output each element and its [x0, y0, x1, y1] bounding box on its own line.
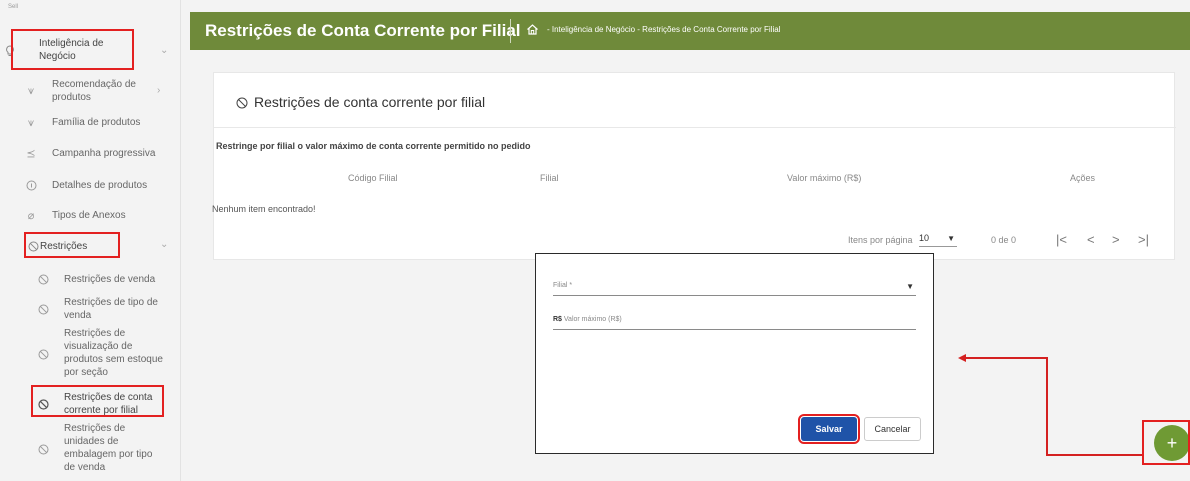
currency-prefix: R$	[553, 316, 562, 323]
next-page-icon[interactable]: >	[1112, 232, 1120, 247]
sidebar-item-label: Família de produtos	[52, 117, 141, 128]
sidebar-item-anexos[interactable]: ⌀ Tipos de Anexos	[0, 209, 181, 223]
add-restriction-dialog: Filial * ▼ R$ Valor máximo (R$) Salvar C…	[535, 253, 934, 454]
sidebar-item-label: Detalhes de produtos	[52, 180, 148, 191]
sidebar-item-detalhes[interactable]: Detalhes de produtos	[0, 179, 181, 193]
cart-icon: ⩛	[27, 117, 35, 129]
annotation-arrowhead	[958, 354, 966, 362]
card-subtitle: Restringe por filial o valor máximo de c…	[216, 141, 531, 151]
sidebar-item-label: Restrições de venda	[64, 274, 156, 285]
block-icon	[37, 349, 49, 361]
page-title: Restrições de Conta Corrente por Filial	[205, 21, 521, 40]
block-icon	[37, 274, 49, 286]
save-button[interactable]: Salvar	[798, 414, 860, 444]
pager-count: 0 de 0	[991, 235, 1017, 245]
content-card: Restrições de conta corrente por filial …	[212, 72, 1176, 260]
dropdown-arrow-icon: ▼	[947, 234, 955, 243]
valor-maximo-input[interactable]: R$ Valor máximo (R$)	[553, 316, 916, 330]
sidebar-item-label: Tipos de Anexos	[52, 210, 126, 221]
sidebar-item-label: Restrições de tipo de venda	[64, 297, 158, 321]
sidebar-item-label: Recomendação de produtos	[52, 79, 136, 103]
info-icon	[25, 180, 37, 192]
last-page-icon[interactable]: >|	[1138, 232, 1149, 247]
page-header: Restrições de Conta Corrente por Filial …	[190, 12, 1190, 50]
header-divider	[510, 19, 511, 43]
breadcrumb: - Inteligência de Negócio - Restrições d…	[547, 25, 781, 34]
valor-placeholder: Valor máximo (R$)	[563, 316, 622, 323]
page-size-value: 10	[919, 233, 930, 243]
block-icon	[236, 96, 248, 109]
block-icon	[37, 444, 49, 456]
page-size-select[interactable]: 10 ▼	[919, 233, 957, 247]
home-icon[interactable]	[526, 23, 540, 37]
cart-icon: ⩛	[27, 85, 35, 97]
card-title: Restrições de conta corrente por filial	[236, 94, 485, 110]
annotation-highlight	[31, 385, 164, 417]
sidebar-logo-text: Sell	[8, 4, 19, 10]
annotation-highlight	[11, 29, 134, 70]
trend-icon: ⪯	[26, 148, 36, 160]
divider	[214, 127, 1176, 128]
sidebar-item-campanha[interactable]: ⪯ Campanha progressiva	[0, 147, 181, 161]
sidebar-item-recomendacao[interactable]: ⩛ Recomendação de produtos ›	[0, 78, 181, 104]
sidebar-item-label: Restrições de visualização de produtos s…	[64, 328, 163, 378]
column-header[interactable]: Filial	[540, 173, 559, 183]
chevron-down-icon: ⌄	[160, 239, 169, 250]
prev-page-icon[interactable]: <	[1087, 232, 1095, 247]
annotation-arrow	[1046, 357, 1048, 456]
first-page-icon[interactable]: |<	[1056, 232, 1067, 247]
column-header[interactable]: Código Filial	[348, 173, 398, 183]
empty-message: Nenhum item encontrado!	[212, 204, 316, 214]
column-header[interactable]: Valor máximo (R$)	[787, 173, 861, 183]
filial-label: Filial *	[553, 282, 573, 289]
sidebar-subitem-venda[interactable]: Restrições de venda	[0, 273, 181, 287]
annotation-highlight	[1142, 420, 1190, 465]
annotation-arrow	[1046, 454, 1143, 456]
chevron-down-icon: ⌄	[160, 45, 169, 56]
sidebar-subitem-unidades[interactable]: Restrições de unidades de embalagem por …	[0, 422, 181, 478]
cancel-button[interactable]: Cancelar	[864, 417, 921, 441]
chevron-right-icon: ›	[157, 85, 161, 96]
card-title-text: Restrições de conta corrente por filial	[254, 94, 486, 110]
sidebar-item-label: Campanha progressiva	[52, 148, 156, 159]
filial-select[interactable]: Filial * ▼	[553, 282, 916, 296]
block-icon	[37, 304, 49, 316]
sidebar-item-familia[interactable]: ⩛ Família de produtos	[0, 116, 181, 130]
paperclip-icon: ⌀	[27, 210, 35, 222]
column-header: Ações	[1070, 173, 1096, 183]
pager-label: Itens por página	[848, 235, 913, 245]
annotation-highlight	[24, 232, 120, 258]
sidebar-item-label: Restrições de unidades de embalagem por …	[64, 423, 153, 473]
annotation-arrow	[964, 357, 1048, 359]
sidebar-subitem-tipo-venda[interactable]: Restrições de tipo de venda	[0, 296, 181, 324]
dropdown-arrow-icon: ▼	[906, 282, 914, 291]
sidebar-subitem-visualizacao[interactable]: Restrições de visualização de produtos s…	[0, 327, 181, 383]
